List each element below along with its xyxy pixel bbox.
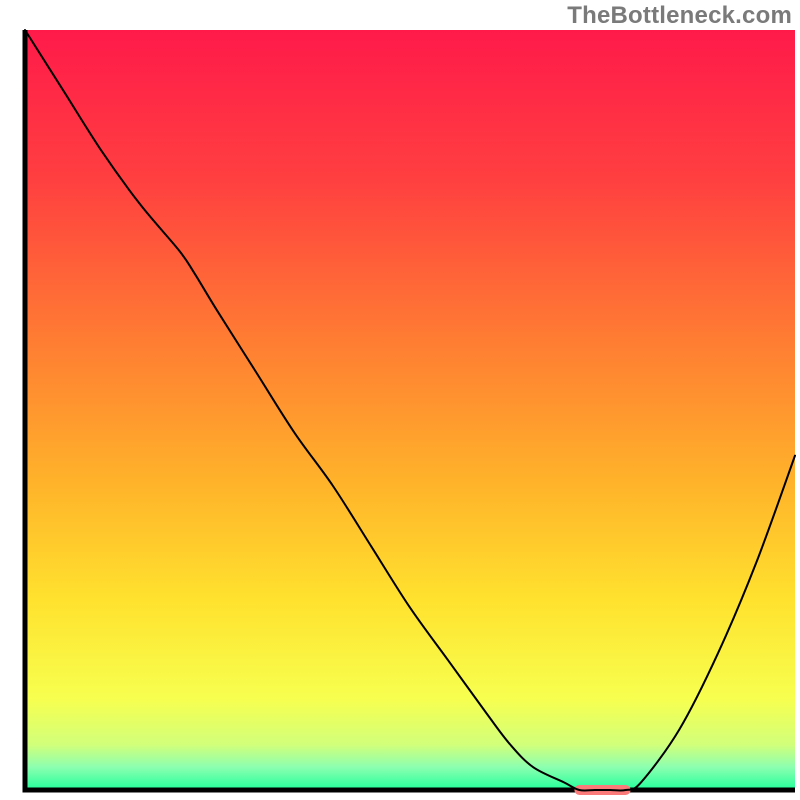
watermark-text: TheBottleneck.com — [567, 2, 792, 30]
bottleneck-chart — [0, 0, 800, 800]
chart-container: TheBottleneck.com — [0, 0, 800, 800]
plot-background — [25, 30, 795, 790]
